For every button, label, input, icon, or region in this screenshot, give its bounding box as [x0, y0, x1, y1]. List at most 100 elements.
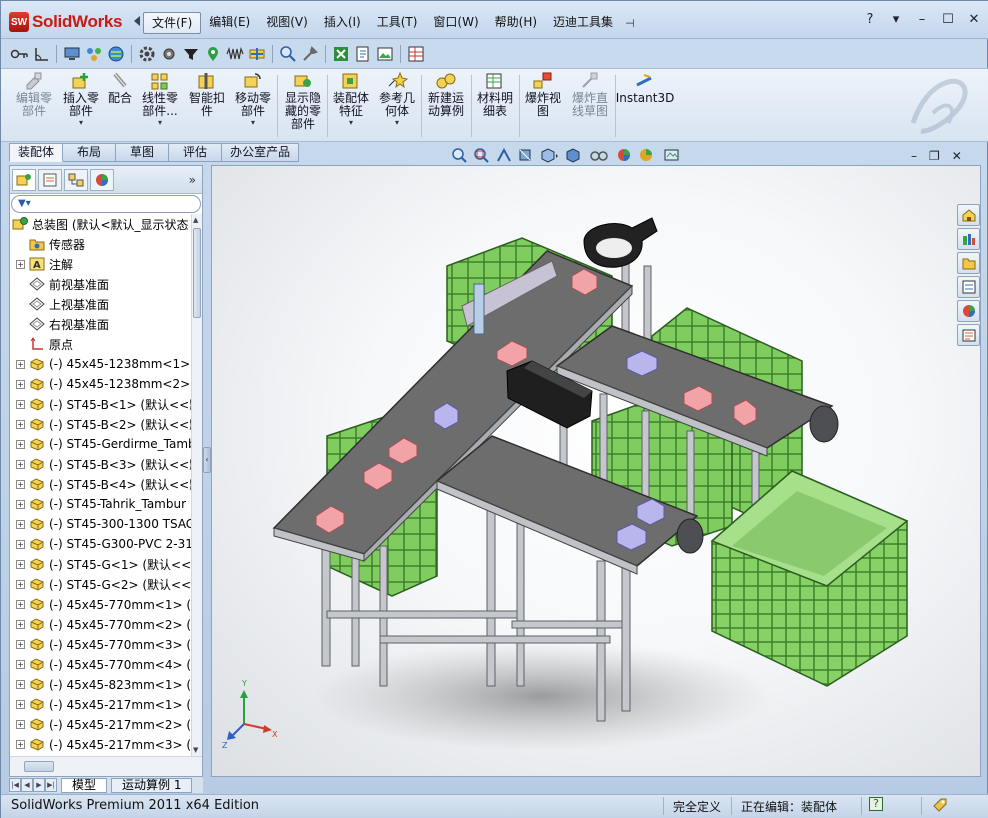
menu-file[interactable]: 文件(F) [143, 12, 202, 34]
tree-item[interactable]: + (-) ST45-B<1> (默认<<默 [10, 394, 192, 414]
tree-item[interactable]: + (-) 45x45-770mm<3> (默 [10, 634, 192, 654]
expand-toggle-icon[interactable]: + [16, 579, 25, 589]
quick-help-button[interactable]: ? [869, 797, 883, 811]
tree-item[interactable]: + (-) 45x45-770mm<2> (默 [10, 614, 192, 634]
tree-item[interactable]: 右视基准面 [10, 314, 192, 334]
dropdown-arrow-icon[interactable]: ▾ [251, 118, 255, 127]
dropdown-arrow-icon[interactable]: ▾ [79, 118, 83, 127]
expand-toggle-icon[interactable]: + [16, 659, 25, 669]
help-button[interactable]: ? [863, 12, 877, 27]
tree-item[interactable]: + (-) 45x45-217mm<3> (默 [10, 734, 192, 754]
expand-toggle-icon[interactable]: + [16, 599, 25, 609]
tree-item[interactable]: + (-) 45x45-217mm<2> (默 [10, 714, 192, 734]
expand-toggle-icon[interactable]: + [16, 559, 25, 569]
tree-item[interactable]: + (-) 45x45-770mm<4> (默 [10, 654, 192, 674]
globe-icon[interactable] [106, 44, 126, 64]
export-icon[interactable] [353, 44, 373, 64]
solidworks-logo[interactable]: SW SolidWorks [9, 11, 123, 33]
tree-item[interactable]: + (-) ST45-B<2> (默认<<默 [10, 414, 192, 434]
design-library-button[interactable] [957, 228, 980, 250]
viewport-restore-button[interactable]: ❐ [929, 149, 940, 163]
monitor-icon[interactable] [62, 44, 82, 64]
gear-icon[interactable] [137, 44, 157, 64]
tree-item[interactable]: + (-) ST45-300-1300 TSAG [10, 514, 192, 534]
display-style-icon[interactable] [564, 147, 584, 163]
menu-collapse-arrow-icon[interactable] [134, 16, 140, 26]
tree-item[interactable]: + (-) ST45-Gerdirme_Tamb [10, 434, 192, 454]
excel-icon[interactable] [331, 44, 351, 64]
nav-last-icon[interactable]: ▶| [45, 778, 57, 792]
expand-toggle-icon[interactable]: + [16, 619, 25, 629]
tree-item[interactable]: + (-) 45x45-770mm<1> (默 [10, 594, 192, 614]
tab-sketch[interactable]: 草图 [116, 143, 170, 162]
nav-first-icon[interactable]: |◀ [9, 778, 21, 792]
smart-fasteners-button[interactable]: 智能扣 件 [185, 71, 229, 118]
location-pin-icon[interactable] [203, 44, 223, 64]
hide-show-items-icon[interactable] [589, 147, 611, 163]
expand-toggle-icon[interactable]: + [16, 679, 25, 689]
tree-filter-input[interactable]: ▼▾ [11, 195, 201, 213]
expand-toggle-icon[interactable]: + [16, 699, 25, 709]
solidworks-resources-button[interactable] [957, 204, 980, 226]
expand-toggle-icon[interactable]: + [16, 459, 25, 469]
display-manager-tab[interactable] [90, 168, 114, 191]
new-motion-study-button[interactable]: 新建运 动算例 [423, 71, 469, 118]
tree-item[interactable]: + (-) ST45-Tahrik_Tambur [10, 494, 192, 514]
graphics-viewport[interactable]: Y X Z [211, 165, 981, 777]
view-orientation-icon[interactable] [539, 147, 559, 163]
network-icon[interactable] [84, 44, 104, 64]
apply-scene-icon[interactable] [638, 147, 658, 163]
image-icon[interactable] [375, 44, 395, 64]
expand-toggle-icon[interactable]: + [16, 419, 25, 429]
expand-toggle-icon[interactable]: + [16, 479, 25, 489]
bill-of-materials-button[interactable]: 材料明 细表 [473, 71, 517, 118]
search-icon[interactable] [278, 44, 298, 64]
tree-item[interactable]: 上视基准面 [10, 294, 192, 314]
tab-layout[interactable]: 布局 [63, 143, 117, 162]
section-view-icon[interactable] [517, 147, 534, 163]
feature-manager-tab[interactable] [12, 168, 36, 191]
tree-horizontal-scrollbar[interactable] [10, 756, 202, 776]
panel-expand-icon[interactable]: » [189, 173, 196, 187]
instant3d-button[interactable]: Instant3D [616, 71, 674, 105]
table-icon[interactable] [406, 44, 426, 64]
expand-toggle-icon[interactable]: + [16, 539, 25, 549]
tab-assembly[interactable]: 装配体 [9, 143, 64, 162]
expand-toggle-icon[interactable]: + [16, 499, 25, 509]
maximize-button[interactable]: ☐ [941, 12, 955, 27]
cog-small-icon[interactable] [159, 44, 179, 64]
exploded-view-button[interactable]: 爆炸视 图 [521, 71, 565, 118]
help-dropdown-icon[interactable]: ▾ [889, 12, 903, 27]
appearances-button[interactable] [957, 300, 980, 322]
assembly-features-button[interactable]: 装配体 特征 ▾ [329, 71, 373, 127]
move-component-button[interactable]: 移动零 部件 ▾ [231, 71, 275, 127]
scroll-thumb[interactable] [193, 228, 201, 318]
edit-component-button[interactable]: 编辑零 部件 [11, 71, 57, 118]
plus-component-icon[interactable] [247, 44, 267, 64]
dropdown-arrow-icon[interactable]: ▾ [158, 118, 162, 127]
tree-item[interactable]: + (-) ST45-B<3> (默认<<默 [10, 454, 192, 474]
expand-toggle-icon[interactable]: + [16, 399, 25, 409]
mate-button[interactable]: 配合 [105, 71, 135, 105]
menu-tools[interactable]: 工具(T) [369, 12, 426, 34]
expand-toggle-icon[interactable]: + [16, 439, 25, 449]
viewport-close-button[interactable]: ✕ [952, 149, 962, 163]
menu-view[interactable]: 视图(V) [258, 12, 316, 34]
menu-insert[interactable]: 插入(I) [316, 12, 369, 34]
zoom-to-fit-icon[interactable] [451, 147, 468, 163]
pin-menu-icon[interactable]: ⊣ [621, 17, 635, 30]
scroll-down-icon[interactable]: ▼ [193, 746, 198, 754]
expand-toggle-icon[interactable]: + [16, 379, 25, 389]
spring-icon[interactable] [225, 44, 245, 64]
tree-item[interactable]: + (-) 45x45-1238mm<1> [10, 354, 192, 374]
file-explorer-button[interactable] [957, 252, 980, 274]
expand-toggle-icon[interactable]: + [16, 519, 25, 529]
expand-toggle-icon[interactable]: + [16, 739, 25, 749]
insert-components-button[interactable]: 插入零 部件 ▾ [59, 71, 103, 127]
view-settings-icon[interactable] [663, 147, 683, 163]
property-manager-tab[interactable] [38, 168, 62, 191]
zoom-to-area-icon[interactable] [473, 147, 490, 163]
expand-toggle-icon[interactable]: + [16, 359, 25, 369]
tree-item[interactable]: + (-) ST45-G<1> (默认<<默 [10, 554, 192, 574]
close-button[interactable]: ✕ [967, 12, 981, 27]
